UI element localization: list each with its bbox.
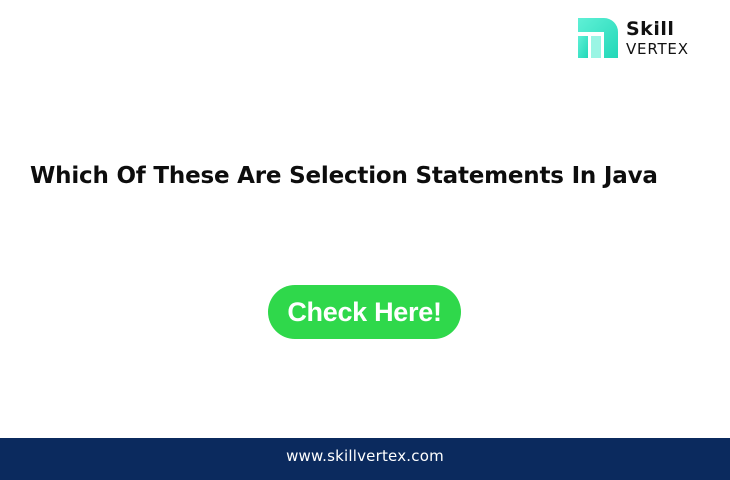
footer-bar: www.skillvertex.com	[0, 438, 730, 480]
skill-vertex-mark-icon	[578, 18, 618, 58]
logo-word-vertex: VERTEX	[626, 40, 689, 58]
footer-website-link[interactable]: www.skillvertex.com	[286, 447, 444, 465]
brand-logo: Skill VERTEX	[576, 14, 700, 62]
page-title: Which Of These Are Selection Statements …	[30, 163, 658, 189]
check-here-button[interactable]: Check Here!	[268, 285, 461, 339]
logo-word-skill: Skill	[626, 18, 675, 40]
